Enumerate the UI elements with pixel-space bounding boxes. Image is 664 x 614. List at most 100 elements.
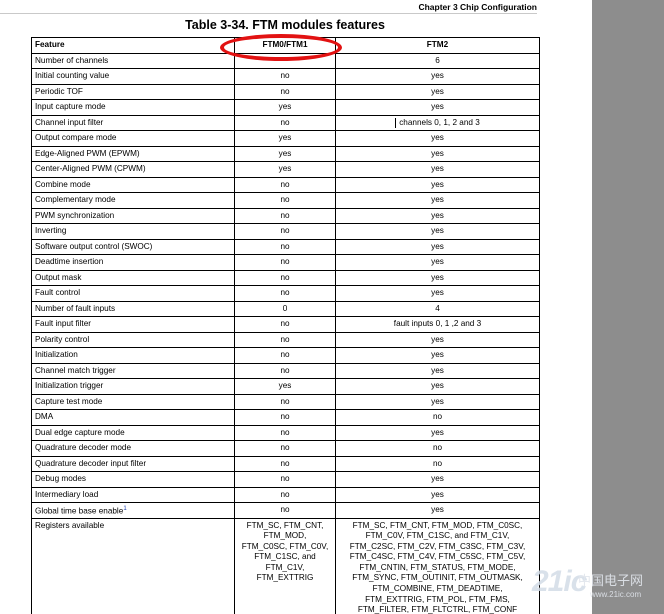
register-line: FTM_C1SC, and <box>254 552 316 562</box>
feature-cell: PWM synchronization <box>31 207 235 224</box>
table-row: Quadrature decoder mode no no <box>31 440 540 457</box>
register-line: FTM_CNTIN, FTM_STATUS, FTM_MODE, <box>359 562 516 572</box>
table-row: Fault control no yes <box>31 285 540 302</box>
register-line: FTM_C2SC, FTM_C2V, FTM_C3SC, FTM_C3V, <box>349 541 526 551</box>
ftm2-cell-text: channels 0, 1, 2 and 3 <box>395 117 480 128</box>
feature-cell: Polarity control <box>31 331 235 348</box>
register-line: FTM_SC, FTM_CNT, FTM_MOD, FTM_C0SC, <box>352 520 523 530</box>
ftm0-ftm1-cell: no <box>234 362 336 379</box>
ftm2-cell: yes <box>335 68 540 85</box>
ftm0-ftm1-cell: no <box>234 471 336 488</box>
feature-cell: Capture test mode <box>31 393 235 410</box>
ftm0-ftm1-cell: yes <box>234 378 336 395</box>
feature-cell: Initial counting value <box>31 68 235 85</box>
ftm2-cell: yes <box>335 223 540 240</box>
ftm0-ftm1-cell: no <box>234 393 336 410</box>
ftm0-ftm1-cell: no <box>234 331 336 348</box>
table-row: Channel input filter no channels 0, 1, 2 a… <box>31 114 540 131</box>
feature-cell: Debug modes <box>31 471 235 488</box>
ftm2-cell: yes <box>335 378 540 395</box>
table-row: Complementary mode no yes <box>31 192 540 209</box>
ftm0-ftm1-cell: yes <box>234 145 336 162</box>
feature-cell: Initialization trigger <box>31 378 235 395</box>
table-row: Channel match trigger no yes <box>31 362 540 379</box>
ftm0-ftm1-cell: no <box>234 83 336 100</box>
table-row: Polarity control no yes <box>31 331 540 348</box>
ftm2-cell: yes <box>335 192 540 209</box>
table-row: Inverting no yes <box>31 223 540 240</box>
document-page: Chapter 3 Chip Configuration Table 3-34.… <box>0 0 592 614</box>
ftm0-ftm1-cell: no <box>234 347 336 364</box>
ftm0-ftm1-cell: no <box>234 455 336 472</box>
ftm2-cell: yes <box>335 269 540 286</box>
feature-cell: Fault control <box>31 285 235 302</box>
ftm2-cell: yes <box>335 331 540 348</box>
ftm0-ftm1-cell: no <box>234 223 336 240</box>
feature-cell: Periodic TOF <box>31 83 235 100</box>
table-row: Output mask no yes <box>31 269 540 286</box>
feature-cell: Channel input filter <box>31 114 235 131</box>
highlight-circle <box>220 34 342 61</box>
ftm2-cell: yes <box>335 285 540 302</box>
feature-cell: Initialization <box>31 347 235 364</box>
register-line: FTM_FILTER, FTM_FLTCTRL, FTM_CONF <box>357 605 518 614</box>
ftm2-registers-cell: FTM_SC, FTM_CNT, FTM_MOD, FTM_C0SC, FTM_C… <box>335 517 540 614</box>
feature-cell: DMA <box>31 409 235 426</box>
table-row: Capture test mode no yes <box>31 393 540 410</box>
ftm2-cell: 6 <box>335 52 540 69</box>
feature-cell: Center-Aligned PWM (CPWM) <box>31 161 235 178</box>
register-line: FTM_EXTTRIG, FTM_POL, FTM_FMS, <box>365 594 510 604</box>
table-row: Periodic TOF no yes <box>31 83 540 100</box>
table-row: Deadtime insertion no yes <box>31 254 540 271</box>
ftm2-cell: yes <box>335 238 540 255</box>
table-row: Initialization trigger yes yes <box>31 378 540 395</box>
table-row: Output compare mode yes yes <box>31 130 540 147</box>
ftm2-cell: yes <box>335 471 540 488</box>
table-row: Debug modes no yes <box>31 471 540 488</box>
feature-cell: Global time base enable1 <box>31 502 235 519</box>
ftm2-cell: no <box>335 409 540 426</box>
table-row: Intermediary load no yes <box>31 486 540 503</box>
ftm0-ftm1-cell: no <box>234 316 336 333</box>
feature-cell: Channel match trigger <box>31 362 235 379</box>
ftm2-cell: no <box>335 455 540 472</box>
feature-cell: Fault input filter <box>31 316 235 333</box>
feature-cell: Software output control (SWOC) <box>31 238 235 255</box>
ftm2-cell: fault inputs 0, 1 ,2 and 3 <box>335 316 540 333</box>
ftm0-ftm1-registers-cell: FTM_SC, FTM_CNT, FTM_MOD, FTM_C0SC, FTM_C0… <box>234 517 336 614</box>
ftm-features-table: Feature FTM0/FTM1 FTM2 Number of channel… <box>31 37 540 614</box>
ftm2-cell: yes <box>335 393 540 410</box>
table-row-registers: Registers available FTM_SC, FTM_CNT, FTM_M… <box>31 517 540 614</box>
ftm0-ftm1-cell: no <box>234 192 336 209</box>
table-row: Fault input filter no fault inputs 0, 1 ,2… <box>31 316 540 333</box>
page-edge <box>0 0 55 7</box>
watermark-url: www.21ic.com <box>590 590 642 599</box>
table-row: Initialization no yes <box>31 347 540 364</box>
table-row: Input capture mode yes yes <box>31 99 540 116</box>
feature-cell: Dual edge capture mode <box>31 424 235 441</box>
feature-cell: Number of fault inputs <box>31 300 235 317</box>
ftm0-ftm1-cell: no <box>234 207 336 224</box>
ftm2-cell: yes <box>335 362 540 379</box>
ftm2-cell: 4 <box>335 300 540 317</box>
column-header-ftm2: FTM2 <box>335 37 540 54</box>
header-rule <box>0 13 537 14</box>
watermark-cn: 中国电子网 <box>578 573 644 588</box>
ftm2-cell: yes <box>335 207 540 224</box>
feature-cell: Quadrature decoder mode <box>31 440 235 457</box>
ftm0-ftm1-cell: no <box>234 409 336 426</box>
feature-cell: Complementary mode <box>31 192 235 209</box>
register-line: FTM_C0V, FTM_C1SC, and FTM_C1V, <box>365 531 510 541</box>
feature-cell: Combine mode <box>31 176 235 193</box>
ftm0-ftm1-cell: yes <box>234 130 336 147</box>
table-row: Quadrature decoder input filter no no <box>31 455 540 472</box>
table-row: Combine mode no yes <box>31 176 540 193</box>
feature-cell: Quadrature decoder input filter <box>31 455 235 472</box>
ftm2-cell: yes <box>335 424 540 441</box>
ftm0-ftm1-cell: 0 <box>234 300 336 317</box>
table-row: PWM synchronization no yes <box>31 207 540 224</box>
ftm0-ftm1-cell: no <box>234 238 336 255</box>
ftm2-cell: no <box>335 440 540 457</box>
ftm0-ftm1-cell: no <box>234 486 336 503</box>
column-header-feature: Feature <box>31 37 235 54</box>
